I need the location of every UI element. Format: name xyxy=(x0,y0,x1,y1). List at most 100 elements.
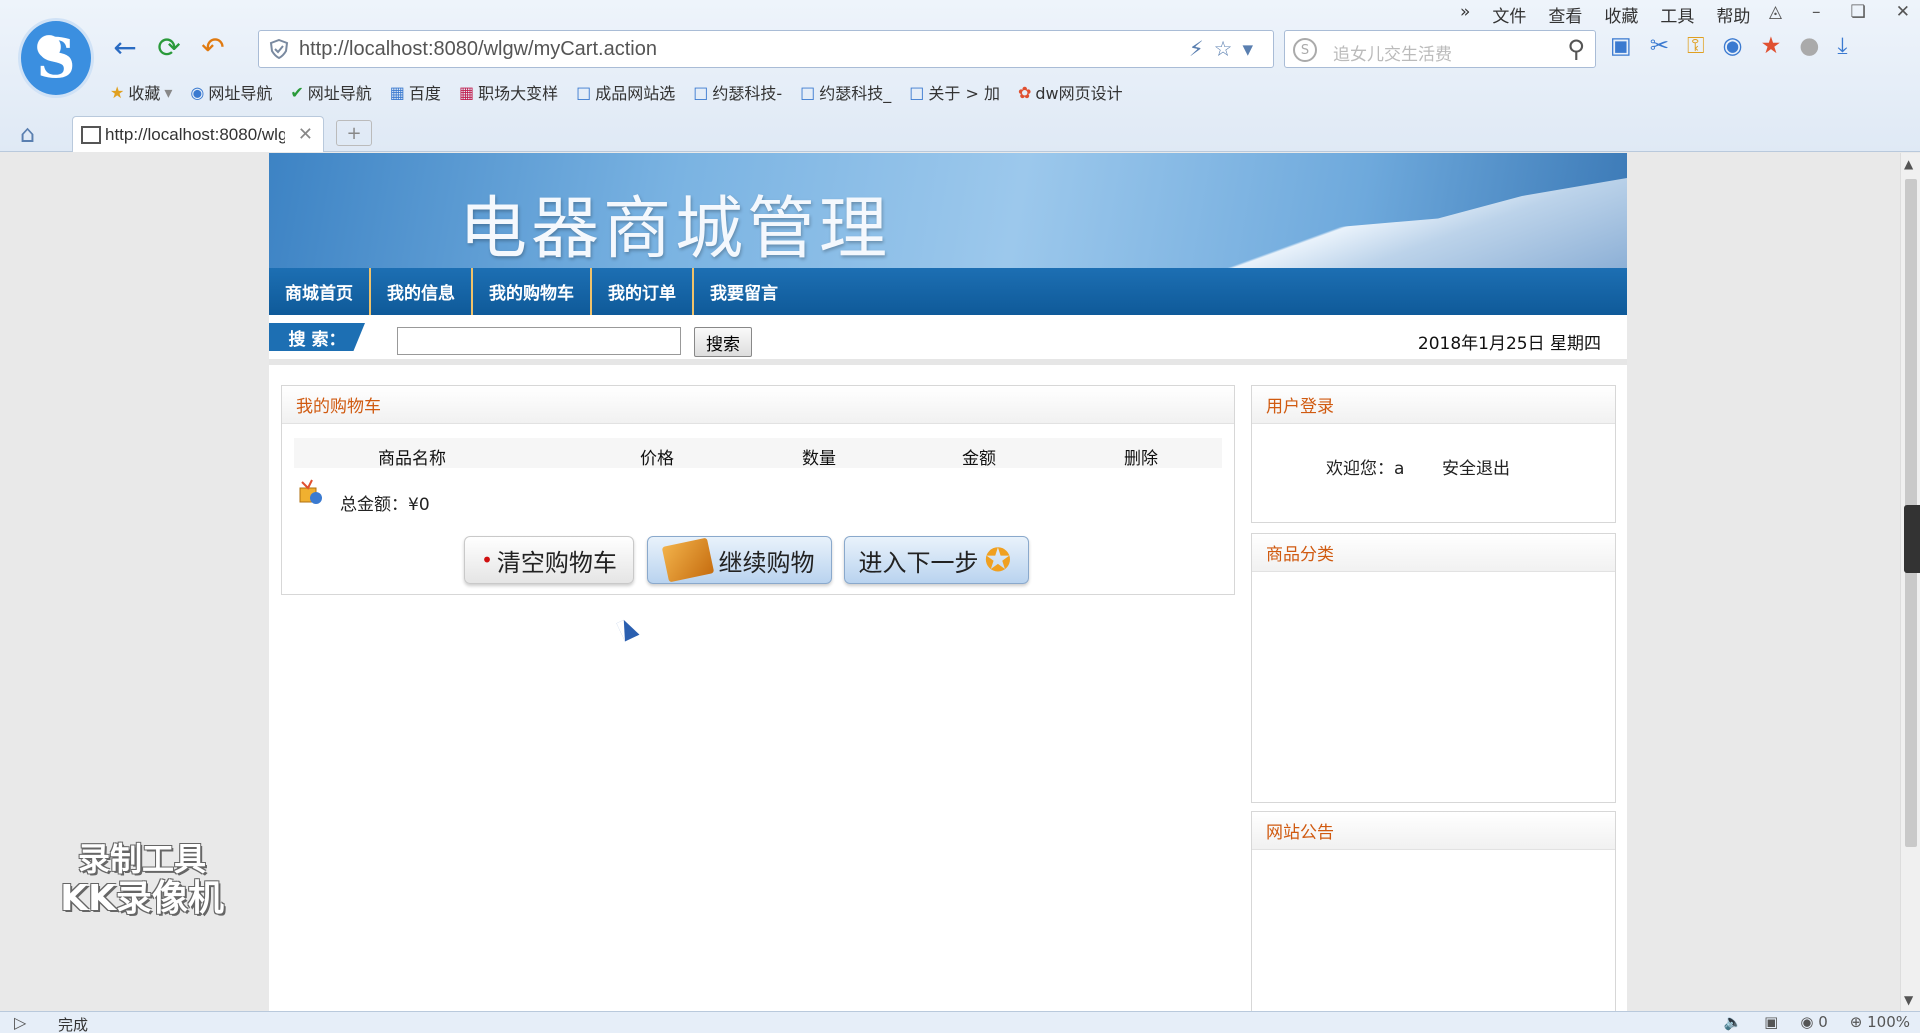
browser-chrome: S ← ⟳ ↶ http://localhost:8080/wlgw/myCar… xyxy=(0,0,1920,152)
zoom-level[interactable]: ⊕ 100% xyxy=(1850,1013,1910,1031)
site-search-button[interactable]: 搜索 xyxy=(694,327,752,357)
new-tab-button[interactable]: + xyxy=(336,120,372,146)
page-viewport: 电器商城管理 商城首页 我的信息 我的购物车 我的订单 我要留言 搜 索： 搜索… xyxy=(0,153,1900,1011)
window-controls: ◬ – ❏ ✕ xyxy=(1769,2,1910,22)
cart-total: 总金额：¥0 xyxy=(340,495,430,515)
search-label: 搜 索： xyxy=(269,323,365,351)
key-icon[interactable]: ⚿ xyxy=(1687,33,1705,59)
status-bar: ▷ 完成 🔈 ▣ ◉ 0 ⊕ 100% xyxy=(0,1011,1920,1033)
bookmark-baidu[interactable]: ▦ 百度 xyxy=(390,80,441,104)
bookmark-nav-2[interactable]: ✔ 网址导航 xyxy=(290,80,371,104)
site-container: 电器商城管理 商城首页 我的信息 我的购物车 我的订单 我要留言 搜 索： 搜索… xyxy=(269,153,1627,1011)
sidebar-toggle-icon[interactable]: ▣ xyxy=(1610,33,1632,59)
browser-search-box[interactable]: S 追女儿交生活费 ⚲ xyxy=(1284,30,1596,68)
close-icon[interactable]: ✕ xyxy=(1896,2,1910,22)
cart-panel: 我的购物车 商品名称 价格 数量 金额 删除 总金额：¥0 • 清空购物车 继续… xyxy=(281,385,1235,595)
scroll-down-icon[interactable]: ▼ xyxy=(1904,993,1913,1007)
toolbar-icons: ▣ ✂ ⚿ ◉ ★ ● ⤓ xyxy=(1610,33,1847,59)
menu-chevron-icon[interactable]: » xyxy=(1460,2,1470,27)
clear-cart-label: 清空购物车 xyxy=(496,548,617,577)
undo-icon[interactable]: ↶ xyxy=(196,30,230,64)
search-engine-icon[interactable]: S xyxy=(1293,38,1317,62)
volume-icon[interactable]: 🔈 xyxy=(1723,1013,1742,1031)
restore-icon[interactable]: ❏ xyxy=(1851,2,1866,22)
col-product-name: 商品名称 xyxy=(378,449,446,469)
watermark-line-1: 录制工具 xyxy=(77,840,206,878)
bookmark-sites[interactable]: □ 成品网站选 xyxy=(576,80,675,104)
bookmark-yuese-2[interactable]: □ 约瑟科技_ xyxy=(800,80,891,104)
download-icon[interactable]: ⤓ xyxy=(1837,33,1847,59)
image-icon: ▦ xyxy=(458,82,475,102)
screenshot-icon[interactable]: ◉ xyxy=(1723,33,1743,59)
current-date: 2018年1月25日 星期四 xyxy=(1417,334,1601,354)
bookmark-nav-1[interactable]: ◉ 网址导航 xyxy=(190,80,272,104)
logout-link[interactable]: 安全退出 xyxy=(1442,454,1510,479)
page-icon: □ xyxy=(576,82,592,102)
minimize-icon[interactable]: – xyxy=(1812,2,1821,22)
notice-panel: 网站公告 xyxy=(1251,811,1616,1011)
page-favicon-icon xyxy=(81,126,101,144)
refresh-icon[interactable]: ⟳ xyxy=(152,30,186,64)
cart-table-header: 商品名称 价格 数量 金额 删除 xyxy=(294,438,1222,469)
extension-icon[interactable]: ● xyxy=(1799,33,1819,59)
tab-mycart[interactable]: http://localhost:8080/wlgw/myCart.action… xyxy=(72,116,324,152)
back-icon[interactable]: ← xyxy=(108,30,142,64)
nav-my-cart[interactable]: 我的购物车 xyxy=(473,268,592,315)
bookmark-favorites[interactable]: ★ 收藏 ▾ xyxy=(110,80,172,104)
status-panel-icon[interactable]: ▷ xyxy=(14,1013,26,1032)
welcome-text: 欢迎您：a xyxy=(1326,459,1405,479)
nav-my-info[interactable]: 我的信息 xyxy=(371,268,473,315)
next-step-label: 进入下一步 xyxy=(858,548,979,577)
bullet-icon: • xyxy=(481,548,493,572)
scissors-icon[interactable]: ✂ xyxy=(1650,33,1669,59)
menu-file[interactable]: 文件 xyxy=(1492,2,1526,27)
main-nav: 商城首页 我的信息 我的购物车 我的订单 我要留言 xyxy=(269,268,1627,315)
browser-logo: S xyxy=(18,18,94,98)
search-placeholder: 追女儿交生活费 xyxy=(1333,45,1452,65)
bookmarks-bar: ★ 收藏 ▾ ◉ 网址导航 ✔ 网址导航 ▦ 百度 ▦ 职场大变样 □ 成品网站选 □ 约瑟科技… xyxy=(110,80,1123,104)
categories-panel: 商品分类 xyxy=(1251,533,1616,803)
chevron-down-icon: ▾ xyxy=(164,82,173,102)
search-row: 搜 索： 搜索 2018年1月25日 星期四 xyxy=(269,315,1627,365)
scroll-up-icon[interactable]: ▲ xyxy=(1904,157,1913,171)
side-panel-tab[interactable] xyxy=(1904,505,1920,573)
ad-block-count[interactable]: ◉ 0 xyxy=(1800,1013,1827,1031)
menu-tools[interactable]: 工具 xyxy=(1660,2,1694,27)
clear-cart-button[interactable]: • 清空购物车 xyxy=(464,536,634,584)
bookmark-about[interactable]: □ 关于 > 加 xyxy=(909,80,1000,104)
paw-icon: ▦ xyxy=(389,82,405,102)
menu-bar: » 文件 查看 收藏 工具 帮助 xyxy=(1460,2,1750,27)
bookmark-yuese-1[interactable]: □ 约瑟科技- xyxy=(693,80,782,104)
site-banner: 电器商城管理 xyxy=(269,153,1627,268)
tab-close-icon[interactable]: ✕ xyxy=(298,124,313,145)
network-icon[interactable]: ▣ xyxy=(1764,1013,1778,1031)
swirl-icon: ✿ xyxy=(1017,82,1032,102)
address-bar[interactable]: http://localhost:8080/wlgw/myCart.action… xyxy=(258,30,1274,68)
bookmark-dw[interactable]: ✿ dw网页设计 xyxy=(1018,80,1123,104)
runner-icon: ✪ xyxy=(984,541,1012,579)
next-step-button[interactable]: 进入下一步 ✪ xyxy=(844,536,1029,584)
nav-leave-message[interactable]: 我要留言 xyxy=(694,268,794,315)
menu-help[interactable]: 帮助 xyxy=(1716,2,1750,27)
col-price: 价格 xyxy=(640,449,674,469)
address-tools-icon[interactable]: ⚡☆▾ xyxy=(1189,37,1263,61)
site-search-input[interactable] xyxy=(397,327,681,355)
nav-my-orders[interactable]: 我的订单 xyxy=(592,268,694,315)
bookmark-career[interactable]: ▦ 职场大变样 xyxy=(459,80,558,104)
search-icon[interactable]: ⚲ xyxy=(1567,35,1585,63)
banner-mountain xyxy=(1207,178,1627,268)
vertical-scrollbar[interactable]: ▲ ▼ xyxy=(1900,153,1920,1011)
nav-home[interactable]: 商城首页 xyxy=(269,268,371,315)
star-icon: ★ xyxy=(110,82,125,102)
shield-icon xyxy=(269,39,289,59)
gift-icon xyxy=(299,479,322,504)
home-icon[interactable]: ⌂ xyxy=(20,120,35,148)
address-url[interactable]: http://localhost:8080/wlgw/myCart.action xyxy=(299,38,657,61)
page-icon: □ xyxy=(909,82,925,102)
menu-view[interactable]: 查看 xyxy=(1548,2,1582,27)
status-text: 完成 xyxy=(58,1016,89,1033)
translate-icon[interactable]: ★ xyxy=(1761,33,1782,59)
continue-shopping-button[interactable]: 继续购物 xyxy=(647,536,832,584)
skin-icon[interactable]: ◬ xyxy=(1769,2,1782,22)
menu-favorites[interactable]: 收藏 xyxy=(1604,2,1638,27)
